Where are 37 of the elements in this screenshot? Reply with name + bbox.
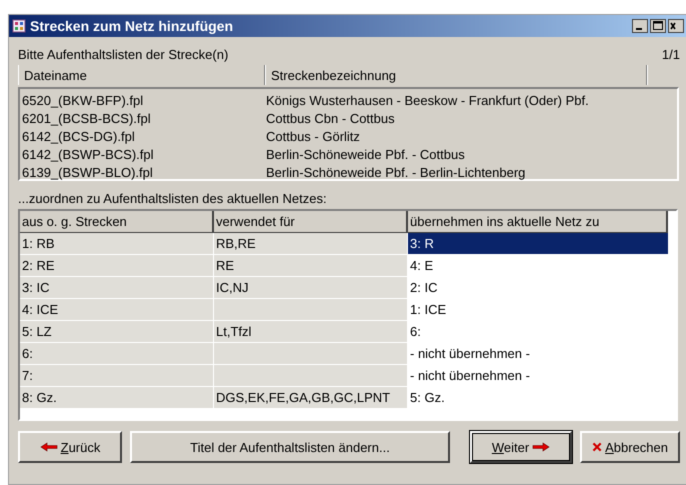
assign-label: ...zuordnen zu Aufenthaltslisten des aktuellen Netzes: xyxy=(18,191,328,208)
dialog-button[interactable]: Weiter xyxy=(470,431,572,463)
file-name: 6520_(BKW-BFP).fpl xyxy=(22,92,144,108)
table-cell: 7: xyxy=(20,365,214,387)
route-name: Cottbus Cbn - Cottbus xyxy=(266,110,395,126)
route-name: Berlin-Schöneweide Pbf. - Berlin-Lichtenberg xyxy=(266,164,526,180)
table-cell: 3: IC xyxy=(20,277,214,299)
route-name: Berlin-Schöneweide Pbf. - Cottbus xyxy=(266,146,465,162)
page-counter: 1/1 xyxy=(662,46,680,62)
table-cell: 6: xyxy=(20,343,214,365)
table-cell: 4: ICE xyxy=(20,299,214,321)
prompt-text: Bitte Aufenthaltslisten der Strecke(n) xyxy=(18,46,228,62)
table-cell: 2: RE xyxy=(20,255,214,277)
table-cell: IC,NJ xyxy=(214,277,408,299)
column-header[interactable]: Streckenbezeichnung xyxy=(265,65,647,85)
table-cell: 5: LZ xyxy=(20,321,214,343)
file-name: 6142_(BSWP-BCS).fpl xyxy=(22,146,154,162)
table-cell[interactable]: 3: R xyxy=(408,233,668,255)
table-cell: RE xyxy=(214,255,408,277)
file-name: 6201_(BCSB-BCS).fpl xyxy=(22,110,152,126)
window-title: Strecken zum Netz hinzufügen xyxy=(30,18,234,34)
file-name: 6142_(BCS-DG).fpl xyxy=(22,128,136,144)
dialog-button[interactable]: Abbrechen xyxy=(580,431,680,463)
column-header[interactable]: übernehmen ins aktuelle Netz zu xyxy=(408,211,668,233)
table-cell: RB,RE xyxy=(214,233,408,255)
column-header[interactable]: verwendet für xyxy=(214,211,408,233)
column-header[interactable]: aus o. g. Strecken xyxy=(20,211,214,233)
dialog-button[interactable]: Titel der Aufenthaltslisten ändern... xyxy=(130,431,450,463)
route-name: Cottbus - Görlitz xyxy=(266,128,360,144)
file-name: 6139_(BSWP-BLO).fpl xyxy=(22,164,154,180)
table-cell: Lt,Tfzl xyxy=(214,321,408,343)
table-cell: 8: Gz. xyxy=(20,387,214,409)
column-header[interactable]: Dateiname xyxy=(18,65,265,85)
dialog-button[interactable]: Zurück xyxy=(18,431,122,463)
table-cell: 1: RB xyxy=(20,233,214,255)
table-cell: DGS,EK,FE,GA,GB,GC,LPNT xyxy=(214,387,408,409)
route-name: Königs Wusterhausen - Beeskow - Frankfurt (Oder) Pbf. xyxy=(266,92,589,108)
